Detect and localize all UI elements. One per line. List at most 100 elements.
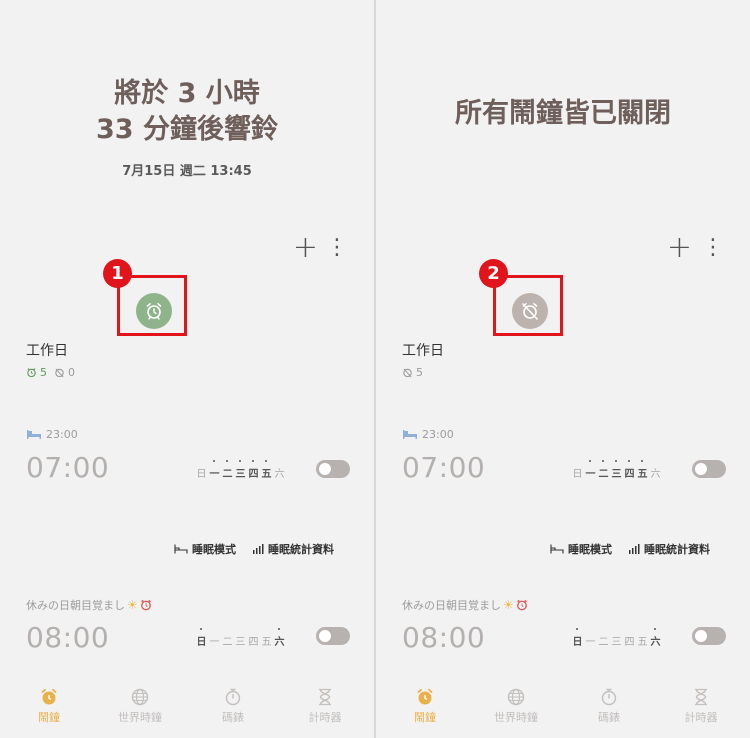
sleep-stats-link[interactable]: 睡眠統計資料 [252, 541, 334, 557]
bed-outline-icon [550, 544, 564, 554]
sleep-mode-link[interactable]: 睡眠模式 [550, 541, 612, 557]
alarm-group-name: 工作日 [26, 343, 68, 359]
nav-alarm-tab[interactable]: 鬧鐘 [9, 685, 89, 725]
weekday-2: 二 [597, 460, 610, 480]
disabled-alarm-count: 0 [68, 366, 75, 379]
alarm-off-icon [403, 368, 412, 378]
alarm-time[interactable]: 07:00 [402, 451, 485, 484]
alarm-label-row: 休みの日朝目覚まし ☀ [26, 597, 152, 613]
nav-alarm-tab[interactable]: 鬧鐘 [385, 685, 465, 725]
headline: 所有鬧鐘皆已關閉 [455, 98, 671, 129]
current-date: 7月15日 週二 13:45 [122, 164, 252, 179]
alarm-clock-emoji-icon [140, 599, 151, 611]
weekday-2: 二 [598, 637, 609, 648]
nav-world-clock-label: 世界時鐘 [494, 711, 538, 724]
nav-stopwatch-label: 碼錶 [222, 711, 244, 724]
weekday-6: 六 [650, 469, 661, 480]
weekday-4: 四 [623, 460, 636, 480]
weekday-0: 日 [195, 628, 208, 648]
alarm-switch[interactable] [316, 460, 350, 478]
weekday-5: 五 [261, 637, 272, 648]
nav-timer-tab[interactable]: 計時器 [285, 685, 365, 725]
weekday-4: 四 [247, 460, 260, 480]
sleep-stats-label: 睡眠統計資料 [644, 543, 710, 556]
weekday-5: 五 [637, 637, 648, 648]
alarm-weekdays: 日一二三四五六 [195, 628, 286, 648]
bottom-navigation: 鬧鐘 世界時鐘 碼錶 計時器 [0, 685, 374, 738]
nav-world-clock-label: 世界時鐘 [118, 711, 162, 724]
sleep-links: 睡眠模式 睡眠統計資料 [550, 541, 710, 557]
alarm-time[interactable]: 08:00 [26, 621, 109, 654]
bedtime-row: 23:00 [26, 428, 78, 441]
alarm-weekdays: 日一二三四五六 [571, 628, 662, 648]
add-alarm-button[interactable]: + [667, 232, 692, 264]
alarm-group-counts: 5 [402, 366, 423, 379]
weekday-1: 一 [584, 460, 597, 480]
weekday-3: 三 [234, 460, 247, 480]
alarm-tab-icon [417, 688, 433, 705]
sleep-mode-link[interactable]: 睡眠模式 [174, 541, 236, 557]
weekday-2: 二 [221, 460, 234, 480]
weekday-6: 六 [649, 628, 662, 648]
all-alarms-off-headline: 所有鬧鐘皆已關閉 [376, 96, 750, 132]
bedtime-time: 23:00 [46, 428, 78, 441]
weekday-1: 一 [585, 637, 596, 648]
alarm-label: 休みの日朝目覚まし [26, 599, 125, 612]
more-options-button[interactable]: ⋮ [702, 232, 724, 264]
nav-alarm-label: 鬧鐘 [38, 711, 60, 724]
weekday-3: 三 [610, 460, 623, 480]
weekday-2: 二 [222, 637, 233, 648]
headline-line-2: 33 分鐘後響鈴 [96, 114, 278, 145]
weekday-1: 一 [208, 460, 221, 480]
weekday-4: 四 [248, 637, 259, 648]
alarm-weekdays: 日一二三四五六 [195, 460, 286, 480]
weekday-6: 六 [274, 469, 285, 480]
sleep-mode-label: 睡眠模式 [192, 543, 236, 556]
alarm-switch[interactable] [692, 460, 726, 478]
bedtime-time: 23:00 [422, 428, 454, 441]
stopwatch-icon [225, 688, 241, 706]
weekday-5: 五 [260, 460, 273, 480]
bed-outline-icon [174, 544, 188, 554]
alarm-on-icon [27, 368, 36, 378]
hourglass-icon [695, 688, 707, 706]
add-alarm-button[interactable]: + [293, 232, 318, 264]
nav-timer-tab[interactable]: 計時器 [661, 685, 741, 725]
bar-chart-icon [629, 544, 640, 554]
nav-world-clock-tab[interactable]: 世界時鐘 [100, 685, 180, 725]
alarm-clock-emoji-icon [516, 599, 527, 611]
sun-icon: ☀ [503, 598, 514, 612]
hourglass-icon [319, 688, 331, 706]
more-options-button[interactable]: ⋮ [326, 232, 348, 264]
alarm-group-name: 工作日 [402, 343, 444, 359]
highlight-box [493, 275, 563, 336]
weekday-3: 三 [611, 637, 622, 648]
sun-icon: ☀ [127, 598, 138, 612]
nav-world-clock-tab[interactable]: 世界時鐘 [476, 685, 556, 725]
weekday-0: 日 [572, 469, 583, 480]
alarm-time[interactable]: 08:00 [402, 621, 485, 654]
alarm-off-icon [55, 368, 64, 378]
highlight-box [117, 275, 187, 336]
bedtime-row: 23:00 [402, 428, 454, 441]
weekday-0: 日 [571, 628, 584, 648]
right-panel: 所有鬧鐘皆已關閉 + ⋮ 2 工作日 5 23:00 07:00 日一二三四五六 [376, 0, 750, 738]
sleep-stats-link[interactable]: 睡眠統計資料 [628, 541, 710, 557]
globe-icon [131, 688, 149, 706]
alarm-switch[interactable] [316, 627, 350, 645]
alarm-time[interactable]: 07:00 [26, 451, 109, 484]
nav-stopwatch-label: 碼錶 [598, 711, 620, 724]
globe-icon [507, 688, 525, 706]
sleep-stats-label: 睡眠統計資料 [268, 543, 334, 556]
nav-stopwatch-tab[interactable]: 碼錶 [193, 685, 273, 725]
stopwatch-icon [601, 688, 617, 706]
sleep-links: 睡眠模式 睡眠統計資料 [174, 541, 334, 557]
alarm-switch[interactable] [692, 627, 726, 645]
alarm-label-row: 休みの日朝目覚まし ☀ [402, 597, 528, 613]
nav-stopwatch-tab[interactable]: 碼錶 [569, 685, 649, 725]
disabled-alarm-count: 5 [416, 366, 423, 379]
step-badge: 2 [479, 259, 508, 288]
enabled-alarm-count: 5 [40, 366, 47, 379]
headline-line-1: 將於 3 小時 [114, 78, 260, 109]
weekday-0: 日 [196, 469, 207, 480]
